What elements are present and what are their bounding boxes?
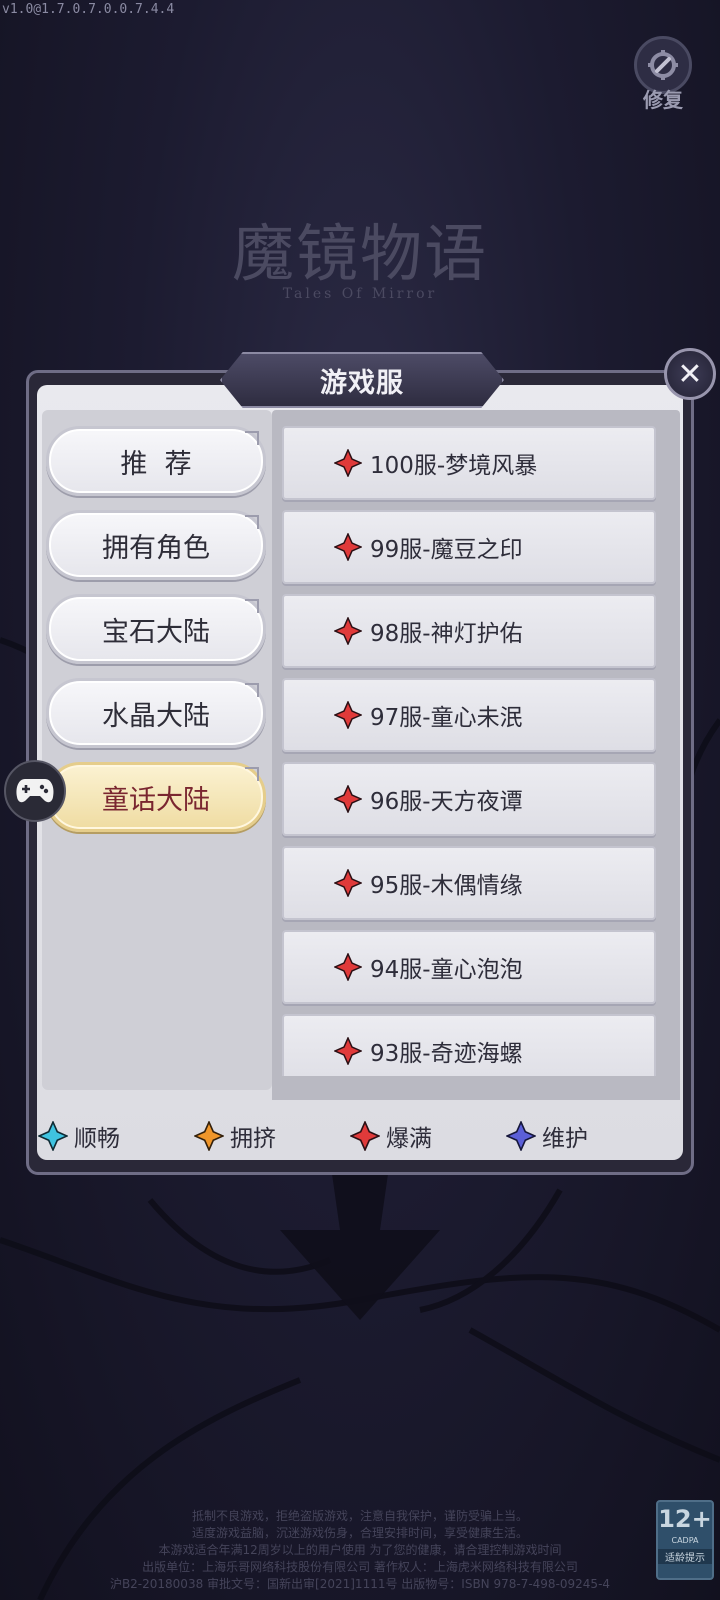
logo-title: 魔镜物语 <box>231 217 488 290</box>
server-list-bottom-mask <box>272 1076 680 1100</box>
disclaimer-line: 沪B2-20180038 审批文号：国新出审[2021]1111号 出版物号：I… <box>109 1577 611 1591</box>
legend-label: 拥挤 <box>230 1126 276 1152</box>
category-label: 宝石大陆 <box>102 616 210 648</box>
server-item[interactable]: 96服-天方夜谭 <box>282 762 656 836</box>
repair-label: 修复 <box>643 88 683 112</box>
category-label: 推 荐 <box>120 448 192 480</box>
server-list-clip: 93服-奇迹海螺 <box>282 1014 656 1076</box>
server-name: 97服-童心未泯 <box>370 705 523 731</box>
version-label: v1.0@1.7.0.7.0.0.7.4.4 <box>2 2 175 17</box>
status-maintenance-icon <box>506 1121 536 1151</box>
close-icon: ✕ <box>677 356 703 392</box>
server-name: 94服-童心泡泡 <box>370 957 523 983</box>
category-label: 水晶大陆 <box>102 700 210 732</box>
legend-smooth: 顺畅 <box>38 1116 120 1156</box>
legend-label: 维护 <box>542 1126 588 1152</box>
server-name: 93服-奇迹海螺 <box>370 1041 523 1067</box>
legend-label: 爆满 <box>386 1126 432 1152</box>
corner-ornament-icon <box>245 515 259 529</box>
status-full-icon <box>334 1037 362 1065</box>
category-tab-gem-continent[interactable]: 宝石大陆 <box>46 594 266 664</box>
status-full-icon <box>334 953 362 981</box>
server-name: 98服-神灯护佑 <box>370 621 523 647</box>
dialog-title: 游戏服 <box>320 367 404 399</box>
category-label: 拥有角色 <box>102 532 210 564</box>
server-item[interactable]: 100服-梦境风暴 <box>282 426 656 500</box>
status-full-icon <box>334 617 362 645</box>
corner-ornament-icon <box>245 431 259 445</box>
close-button[interactable]: ✕ <box>664 348 716 400</box>
legend-crowded: 拥挤 <box>194 1116 276 1156</box>
status-full-icon <box>334 701 362 729</box>
gamepad-icon <box>16 779 54 803</box>
status-smooth-icon <box>38 1121 68 1151</box>
status-full-icon <box>334 533 362 561</box>
dialog-title-plate: 游戏服 <box>220 352 504 408</box>
disclaimer-line: 适度游戏益脑，沉迷游戏伤身，合理安排时间，享受健康生活。 <box>191 1526 528 1540</box>
age-rating-org: CADPA <box>671 1536 699 1545</box>
server-name: 95服-木偶情缘 <box>370 873 523 899</box>
repair-button[interactable]: 修复 <box>630 36 696 116</box>
legend-label: 顺畅 <box>74 1126 120 1152</box>
corner-ornament-icon <box>245 599 259 613</box>
category-tab-recommended[interactable]: 推 荐 <box>46 426 266 496</box>
category-label: 童话大陆 <box>102 784 210 816</box>
age-rating-number: 12+ <box>658 1505 712 1533</box>
disclaimer-line: 出版单位：上海乐哥网络科技股份有限公司 著作权人：上海虎米网络科技有限公司 <box>142 1560 578 1574</box>
disclaimer-line: 抵制不良游戏，拒绝盗版游戏，注意自我保护，谨防受骗上当。 <box>191 1509 528 1523</box>
category-tab-crystal-continent[interactable]: 水晶大陆 <box>46 678 266 748</box>
server-item[interactable]: 93服-奇迹海螺 <box>282 1014 656 1076</box>
category-tab-owned-roles[interactable]: 拥有角色 <box>46 510 266 580</box>
server-item[interactable]: 99服-魔豆之印 <box>282 510 656 584</box>
server-item[interactable]: 95服-木偶情缘 <box>282 846 656 920</box>
server-item[interactable]: 94服-童心泡泡 <box>282 930 656 1004</box>
status-full-icon <box>334 449 362 477</box>
server-name: 100服-梦境风暴 <box>370 453 538 479</box>
corner-ornament-icon <box>245 683 259 697</box>
server-item[interactable]: 97服-童心未泯 <box>282 678 656 752</box>
status-full-icon <box>350 1121 380 1151</box>
status-full-icon <box>334 785 362 813</box>
status-crowded-icon <box>194 1121 224 1151</box>
game-logo: 魔镜物语 Tales Of Mirror <box>180 214 540 324</box>
disclaimer-line: 本游戏适合年满12周岁以上的用户使用 为了您的健康，请合理控制游戏时间 <box>158 1543 562 1557</box>
floating-gamepad-button[interactable] <box>4 760 66 822</box>
age-rating-tip: 适龄提示 <box>658 1549 712 1564</box>
age-rating-badge[interactable]: 12+ CADPA 适龄提示 <box>656 1500 714 1580</box>
server-item[interactable]: 98服-神灯护佑 <box>282 594 656 668</box>
status-full-icon <box>334 869 362 897</box>
server-name: 99服-魔豆之印 <box>370 537 523 563</box>
legend-maintenance: 维护 <box>506 1116 588 1156</box>
disclaimer-text: 抵制不良游戏，拒绝盗版游戏，注意自我保护，谨防受骗上当。 适度游戏益脑，沉迷游戏… <box>80 1508 640 1593</box>
server-name: 96服-天方夜谭 <box>370 789 523 815</box>
corner-ornament-icon <box>245 767 259 781</box>
legend-full: 爆满 <box>350 1116 432 1156</box>
category-tab-fairy-continent[interactable]: 童话大陆 <box>46 762 266 832</box>
